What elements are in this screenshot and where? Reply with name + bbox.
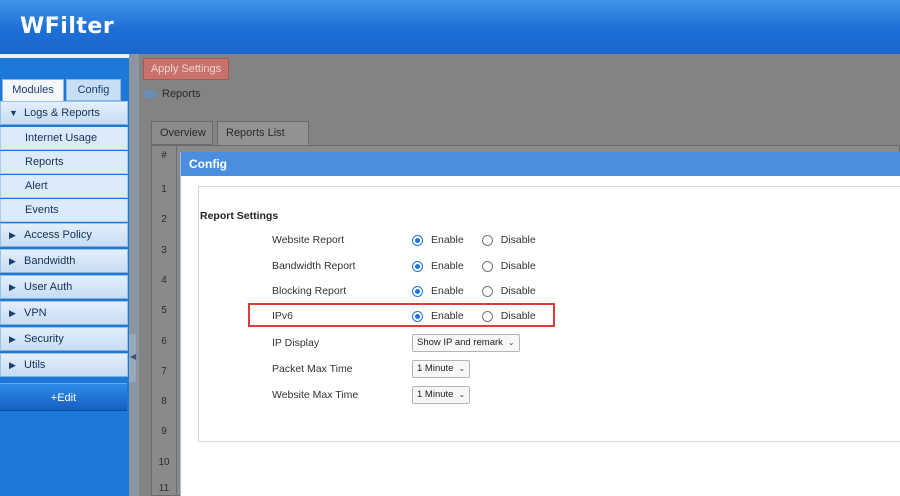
sidebar-tabs: Modules Config: [0, 79, 129, 101]
row-number: 5: [161, 305, 167, 316]
caret-down-icon: ▼: [9, 108, 18, 118]
website-report-disable-radio[interactable]: [481, 234, 493, 246]
sidebar-section-utils[interactable]: ▶ Utils: [0, 353, 128, 377]
sidebar-section-label: Logs & Reports: [24, 107, 100, 119]
edit-menu-button[interactable]: +Edit: [0, 383, 127, 411]
setting-label: Packet Max Time: [272, 363, 353, 375]
row-number: 10: [158, 457, 170, 468]
sidebar-item-internet-usage[interactable]: Internet Usage: [0, 127, 128, 150]
sidebar-section-label: VPN: [24, 307, 47, 319]
app-header: WFilter: [0, 0, 900, 54]
enable-label: Enable: [431, 285, 464, 297]
table-header-number: #: [161, 150, 167, 161]
blocking-report-enable-radio[interactable]: [412, 285, 423, 297]
row-number: 6: [161, 336, 167, 347]
sidebar-section-security[interactable]: ▶ Security: [0, 327, 128, 351]
cloud-icon: [143, 90, 157, 98]
setting-label: Website Report: [272, 234, 345, 246]
bandwidth-report-enable-radio[interactable]: [412, 260, 423, 272]
blocking-report-disable-radio[interactable]: [481, 285, 493, 297]
bandwidth-report-disable-radio[interactable]: [481, 260, 493, 272]
sidebar-item-alert[interactable]: Alert: [0, 175, 128, 198]
sidebar-item-events[interactable]: Events: [0, 199, 128, 222]
sidebar-top-band: [0, 54, 129, 58]
setting-label: Bandwidth Report: [272, 260, 356, 272]
website-report-row: Website Report Enable Disable: [272, 230, 572, 250]
tab-overview[interactable]: Overview: [151, 121, 213, 145]
breadcrumb-label: Reports: [162, 88, 201, 100]
packet-max-time-select[interactable]: 1 Minute ⌄: [412, 360, 471, 378]
caret-right-icon: ▶: [9, 230, 16, 240]
breadcrumb: Reports: [143, 88, 201, 100]
row-number: 3: [161, 245, 167, 256]
sidebar-collapse-handle[interactable]: ◀: [129, 334, 136, 382]
sidebar-menu: ▼ Logs & Reports Internet Usage Reports …: [0, 101, 128, 379]
caret-right-icon: ▶: [9, 308, 16, 318]
sidebar-section-vpn[interactable]: ▶ VPN: [0, 301, 128, 325]
sidebar-divider: [129, 54, 139, 496]
caret-left-icon: ◀: [130, 352, 137, 361]
chevron-down-icon: ⌄: [458, 364, 466, 373]
ip-display-select[interactable]: Show IP and remark ⌄: [412, 334, 520, 352]
caret-right-icon: ▶: [9, 360, 16, 370]
sidebar-section-user-auth[interactable]: ▶ User Auth: [0, 275, 128, 299]
enable-label: Enable: [431, 260, 464, 272]
row-number: 1: [161, 184, 167, 195]
bandwidth-report-row: Bandwidth Report Enable Disable: [272, 256, 572, 276]
chevron-down-icon: ⌄: [458, 390, 466, 399]
apply-settings-button[interactable]: Apply Settings: [143, 58, 229, 80]
sidebar-section-label: Bandwidth: [24, 255, 76, 267]
select-value: 1 Minute: [417, 389, 454, 400]
setting-label: IP Display: [272, 337, 320, 349]
caret-right-icon: ▶: [9, 334, 16, 344]
disable-label: Disable: [500, 234, 536, 246]
blocking-report-row: Blocking Report Enable Disable: [272, 281, 572, 301]
sidebar-section-access-policy[interactable]: ▶ Access Policy: [0, 223, 128, 247]
dialog-title: Config: [181, 152, 900, 176]
disable-label: Disable: [500, 260, 536, 272]
sidebar-item-reports[interactable]: Reports: [0, 151, 128, 174]
sidebar-section-label: Access Policy: [24, 229, 92, 241]
sidebar-section-label: Security: [24, 333, 64, 345]
tab-modules[interactable]: Modules: [2, 79, 64, 101]
sidebar-section-bandwidth[interactable]: ▶ Bandwidth: [0, 249, 128, 273]
select-value: 1 Minute: [417, 363, 454, 374]
website-report-enable-radio[interactable]: [412, 234, 423, 246]
ipv6-highlight-box: [248, 303, 555, 327]
ip-display-row: IP Display Show IP and remark ⌄: [272, 333, 572, 353]
chevron-down-icon: ⌄: [507, 338, 515, 347]
caret-right-icon: ▶: [9, 282, 16, 292]
setting-label: Blocking Report: [272, 285, 347, 297]
tab-reports-list[interactable]: Reports List: [217, 121, 309, 145]
section-title: Report Settings: [200, 210, 279, 222]
row-number: 11: [158, 483, 170, 494]
sidebar-section-label: User Auth: [24, 281, 73, 293]
row-number: 4: [161, 275, 167, 286]
brand-logo: WFilter: [20, 14, 115, 39]
row-number-column: # 1 2 3 4 5 6 7 8 9 10 11: [151, 145, 177, 496]
caret-right-icon: ▶: [9, 256, 16, 266]
disable-label: Disable: [500, 285, 536, 297]
tab-config[interactable]: Config: [66, 79, 121, 101]
row-number: 9: [161, 426, 167, 437]
website-max-time-row: Website Max Time 1 Minute ⌄: [272, 385, 572, 405]
row-number: 8: [161, 396, 167, 407]
row-number: 7: [161, 366, 167, 377]
sidebar: Modules Config ▼ Logs & Reports Internet…: [0, 54, 129, 496]
row-number: 2: [161, 214, 167, 225]
setting-label: Website Max Time: [272, 389, 359, 401]
website-max-time-select[interactable]: 1 Minute ⌄: [412, 386, 471, 404]
enable-label: Enable: [431, 234, 464, 246]
sidebar-section-label: Utils: [24, 359, 46, 371]
sidebar-section-logs-reports[interactable]: ▼ Logs & Reports: [0, 101, 128, 125]
packet-max-time-row: Packet Max Time 1 Minute ⌄: [272, 359, 572, 379]
select-value: Show IP and remark: [417, 337, 503, 348]
